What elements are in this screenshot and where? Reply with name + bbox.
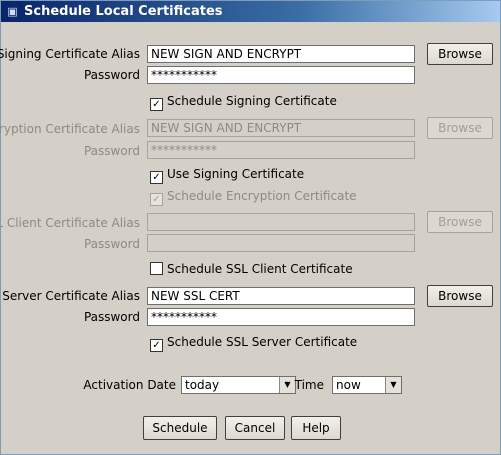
- schedule-certificates-dialog: ▣ Schedule Local Certificates Signing Ce…: [0, 0, 501, 455]
- signing-password-label: Password: [83, 68, 140, 82]
- encryption-alias-label: Encryption Certificate Alias: [0, 122, 140, 136]
- title-bar: ▣ Schedule Local Certificates: [1, 1, 500, 22]
- schedule-button[interactable]: Schedule: [143, 416, 217, 440]
- schedule-encryption-checkbox[interactable]: ✓ Schedule Encryption Certificate: [150, 189, 357, 206]
- time-value: now: [336, 378, 361, 392]
- checkbox-box: ✓: [150, 98, 163, 111]
- window-title: Schedule Local Certificates: [24, 4, 223, 19]
- signing-browse-button[interactable]: Browse: [427, 43, 493, 65]
- activation-date-label: Activation Date: [83, 378, 176, 392]
- schedule-signing-checkbox[interactable]: ✓ Schedule Signing Certificate: [150, 94, 337, 111]
- ssl-client-alias-field[interactable]: [147, 213, 415, 231]
- encryption-alias-field[interactable]: NEW SIGN AND ENCRYPT: [147, 119, 415, 137]
- encryption-password-field[interactable]: ***********: [147, 141, 415, 159]
- checkbox-label: Schedule Encryption Certificate: [167, 189, 357, 203]
- schedule-ssl-client-checkbox[interactable]: Schedule SSL Client Certificate: [150, 262, 353, 276]
- encryption-browse-button[interactable]: Browse: [427, 117, 493, 139]
- signing-password-field[interactable]: ***********: [147, 66, 415, 84]
- app-icon: ▣: [7, 5, 18, 18]
- checkbox-label: Schedule SSL Server Certificate: [167, 335, 358, 349]
- checkbox-box: ✓: [150, 339, 163, 352]
- schedule-ssl-server-checkbox[interactable]: ✓ Schedule SSL Server Certificate: [150, 335, 357, 352]
- time-label: Time: [294, 378, 324, 392]
- use-signing-checkbox[interactable]: ✓ Use Signing Certificate: [150, 167, 304, 184]
- encryption-password-label: Password: [83, 144, 140, 158]
- chevron-down-icon[interactable]: ▼: [385, 377, 401, 393]
- signing-alias-label: Signing Certificate Alias: [0, 47, 140, 61]
- chevron-down-icon[interactable]: ▼: [279, 377, 295, 393]
- help-button[interactable]: Help: [291, 416, 341, 440]
- ssl-client-password-field[interactable]: [147, 234, 415, 252]
- cancel-button[interactable]: Cancel: [225, 416, 285, 440]
- checkbox-box: ✓: [150, 171, 163, 184]
- activation-date-select[interactable]: today ▼: [181, 376, 296, 394]
- ssl-server-password-label: Password: [83, 310, 140, 324]
- ssl-server-alias-field[interactable]: NEW SSL CERT: [147, 287, 415, 305]
- ssl-server-alias-label: SSL Server Certificate Alias: [0, 289, 140, 303]
- checkbox-label: Schedule SSL Client Certificate: [167, 262, 353, 276]
- ssl-client-password-label: Password: [83, 237, 140, 251]
- ssl-client-browse-button[interactable]: Browse: [427, 211, 493, 233]
- checkbox-label: Use Signing Certificate: [167, 167, 305, 181]
- ssl-client-alias-label: SSL Client Certificate Alias: [0, 216, 140, 230]
- ssl-server-password-field[interactable]: ***********: [147, 308, 415, 326]
- checkbox-box: [150, 262, 163, 275]
- checkbox-label: Schedule Signing Certificate: [167, 94, 337, 108]
- activation-date-value: today: [185, 378, 220, 392]
- time-select[interactable]: now ▼: [332, 376, 402, 394]
- ssl-server-browse-button[interactable]: Browse: [427, 285, 493, 307]
- checkbox-box: ✓: [150, 193, 163, 206]
- signing-alias-field[interactable]: NEW SIGN AND ENCRYPT: [147, 45, 415, 63]
